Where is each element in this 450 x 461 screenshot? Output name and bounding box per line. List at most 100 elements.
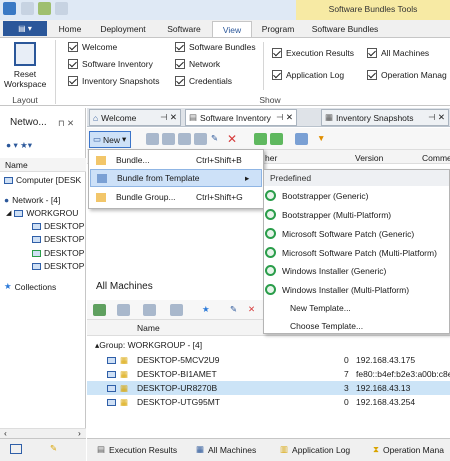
template-ms-patch-generic[interactable]: Microsoft Software Patch (Generic) [265, 228, 414, 239]
new-template-item[interactable]: New Template... [290, 303, 351, 313]
checkbox[interactable] [68, 42, 78, 52]
delete-icon[interactable]: ✕ [248, 304, 261, 316]
template-ms-patch-multi[interactable]: Microsoft Software Patch (Multi-Platform… [265, 247, 437, 258]
context-title: Software Bundles Tools [328, 4, 418, 14]
network-toolbar-icons[interactable]: ● ▾ ★▾ [6, 140, 36, 154]
reset-label-1[interactable]: Reset [4, 69, 46, 79]
tab-home[interactable]: Home [52, 21, 88, 38]
col-version[interactable]: Version [355, 153, 383, 163]
expand-icon[interactable]: ◢ [6, 209, 11, 217]
copy-icon[interactable] [194, 133, 207, 145]
network-name-header[interactable]: Name [0, 158, 86, 172]
tab-software-bundles[interactable]: Software Bundles [304, 21, 386, 38]
check-execution-results[interactable]: Execution Results [272, 48, 354, 58]
deploy-icon[interactable] [117, 304, 130, 316]
checkbox[interactable] [68, 76, 78, 86]
customize-icon[interactable] [55, 2, 68, 15]
credentials-footer-icon[interactable]: ✎ [50, 443, 57, 454]
checkbox[interactable] [175, 76, 185, 86]
star-icon[interactable]: ★ [202, 304, 215, 316]
checkbox[interactable] [272, 70, 282, 80]
close-icon[interactable]: ⊣ ✕ [276, 112, 293, 123]
tree-desktop-2[interactable]: DESKTOP [32, 234, 84, 244]
table-row[interactable]: ▦ DESKTOP-BI1AMET 7 fe80::b4ef:b2e3:a00b… [87, 367, 450, 381]
checkbox[interactable] [175, 42, 185, 52]
close-icon[interactable]: ⊣ ✕ [428, 112, 445, 123]
reset-workspace-icon[interactable] [14, 42, 36, 66]
tree-desktop-3[interactable]: DESKTOP [32, 248, 84, 258]
checkbox[interactable] [68, 59, 78, 69]
computer-icon [32, 222, 41, 230]
check-software-inventory[interactable]: Software Inventory [68, 59, 153, 69]
check-software-bundles[interactable]: Software Bundles [175, 42, 256, 52]
check-welcome[interactable]: Welcome [68, 42, 117, 52]
schedule-icon[interactable] [178, 133, 191, 145]
tree-desktop-1[interactable]: DESKTOP [32, 221, 84, 231]
tree-desktop-4[interactable]: DESKTOP [32, 261, 84, 271]
deploy-all-icon[interactable] [162, 133, 175, 145]
template-msi-multi[interactable]: Windows Installer (Multi-Platform) [265, 284, 409, 295]
menu-item-bundle-group[interactable]: Bundle Group... Ctrl+Shift+G [90, 188, 262, 206]
tree-collections[interactable]: ★ Collections [4, 281, 56, 292]
reset-label-2[interactable]: Workspace [4, 79, 46, 89]
horizontal-scrollbar[interactable]: ‹ › [0, 428, 86, 438]
check-operation-manager[interactable]: Operation Manag [367, 70, 447, 80]
close-icon[interactable]: ⊣ ✕ [160, 112, 177, 123]
copy-icon[interactable] [143, 304, 156, 316]
tab-application-log[interactable]: ▥ Application Log [280, 444, 350, 455]
edit-icon[interactable]: ✎ [211, 133, 224, 145]
table-row[interactable]: ▦ DESKTOP-5MCV2U9 0 192.168.43.175 [87, 353, 450, 367]
template-msi-generic[interactable]: Windows Installer (Generic) [265, 265, 386, 276]
refresh-icon[interactable] [38, 2, 51, 15]
group-icon[interactable] [170, 304, 183, 316]
scroll-right-icon[interactable]: › [78, 428, 81, 438]
doc-tab-inventory-snapshots[interactable]: ▦ Inventory Snapshots ⊣ ✕ [321, 109, 449, 126]
check-network[interactable]: Network [175, 59, 220, 69]
check-application-log[interactable]: Application Log [272, 70, 344, 80]
collapse-all-icon[interactable] [270, 133, 283, 145]
delete-icon[interactable]: ✕ [227, 133, 240, 145]
network-footer-icon[interactable] [10, 444, 22, 454]
col-comments[interactable]: Comme [422, 153, 450, 163]
tab-operation-manager[interactable]: ⧗ Operation Mana [373, 444, 444, 455]
edit-icon[interactable]: ✎ [230, 304, 243, 316]
tab-deployment[interactable]: Deployment [92, 21, 154, 38]
choose-template-item[interactable]: Choose Template... [290, 321, 363, 331]
doc-tab-welcome[interactable]: ⌂ Welcome ⊣ ✕ [89, 109, 181, 126]
scan-icon[interactable] [93, 304, 106, 316]
check-all-machines[interactable]: All Machines [367, 48, 429, 58]
col-name[interactable]: Name [137, 323, 160, 333]
menu-item-bundle[interactable]: Bundle... Ctrl+Shift+B [90, 151, 262, 169]
checkbox[interactable] [367, 48, 377, 58]
save-icon[interactable] [21, 2, 34, 15]
group-row[interactable]: ▴ Group: WORKGROUP - [4] [87, 338, 450, 352]
deploy-icon[interactable] [146, 133, 159, 145]
tree-workgroup[interactable]: ◢ WORKGROU [6, 208, 78, 218]
doc-tab-software-inventory[interactable]: ▤ Software Inventory ⊣ ✕ [185, 109, 297, 126]
tab-view[interactable]: View [212, 21, 252, 38]
table-row[interactable]: ▦ DESKTOP-UTG95MT 0 192.168.43.254 [87, 395, 450, 409]
tree-computer[interactable]: Computer [DESK [4, 175, 81, 185]
template-bootstrapper-multi[interactable]: Bootstrapper (Multi-Platform) [265, 209, 391, 220]
scroll-left-icon[interactable]: ‹ [4, 428, 7, 438]
expand-all-icon[interactable] [254, 133, 267, 145]
col-publisher[interactable]: her [265, 153, 277, 163]
tab-execution-results[interactable]: ▤ Execution Results [97, 444, 177, 455]
checkbox[interactable] [175, 59, 185, 69]
check-credentials[interactable]: Credentials [175, 76, 232, 86]
filter-icon[interactable]: ▼ [317, 133, 330, 145]
new-dropdown-button[interactable]: ▭ New ▾ [89, 131, 131, 148]
template-bootstrapper-generic[interactable]: Bootstrapper (Generic) [265, 190, 368, 201]
tab-software[interactable]: Software [160, 21, 208, 38]
table-row-selected[interactable]: ▦ DESKTOP-UR8270B 3 192.168.43.13 [87, 381, 450, 395]
tab-all-machines[interactable]: ▦ All Machines [196, 444, 256, 455]
menu-item-bundle-from-template[interactable]: Bundle from Template ▸ [90, 169, 262, 187]
pin-icon[interactable]: ⊓ ✕ [58, 118, 74, 129]
tree-network[interactable]: ● Network - [4] [4, 195, 60, 205]
check-inventory-snapshots[interactable]: Inventory Snapshots [68, 76, 160, 86]
checkbox[interactable] [272, 48, 282, 58]
tab-program[interactable]: Program [256, 21, 300, 38]
columns-icon[interactable] [295, 133, 308, 145]
checkbox[interactable] [367, 70, 377, 80]
file-menu-button[interactable]: ▤ ▾ [3, 21, 47, 36]
